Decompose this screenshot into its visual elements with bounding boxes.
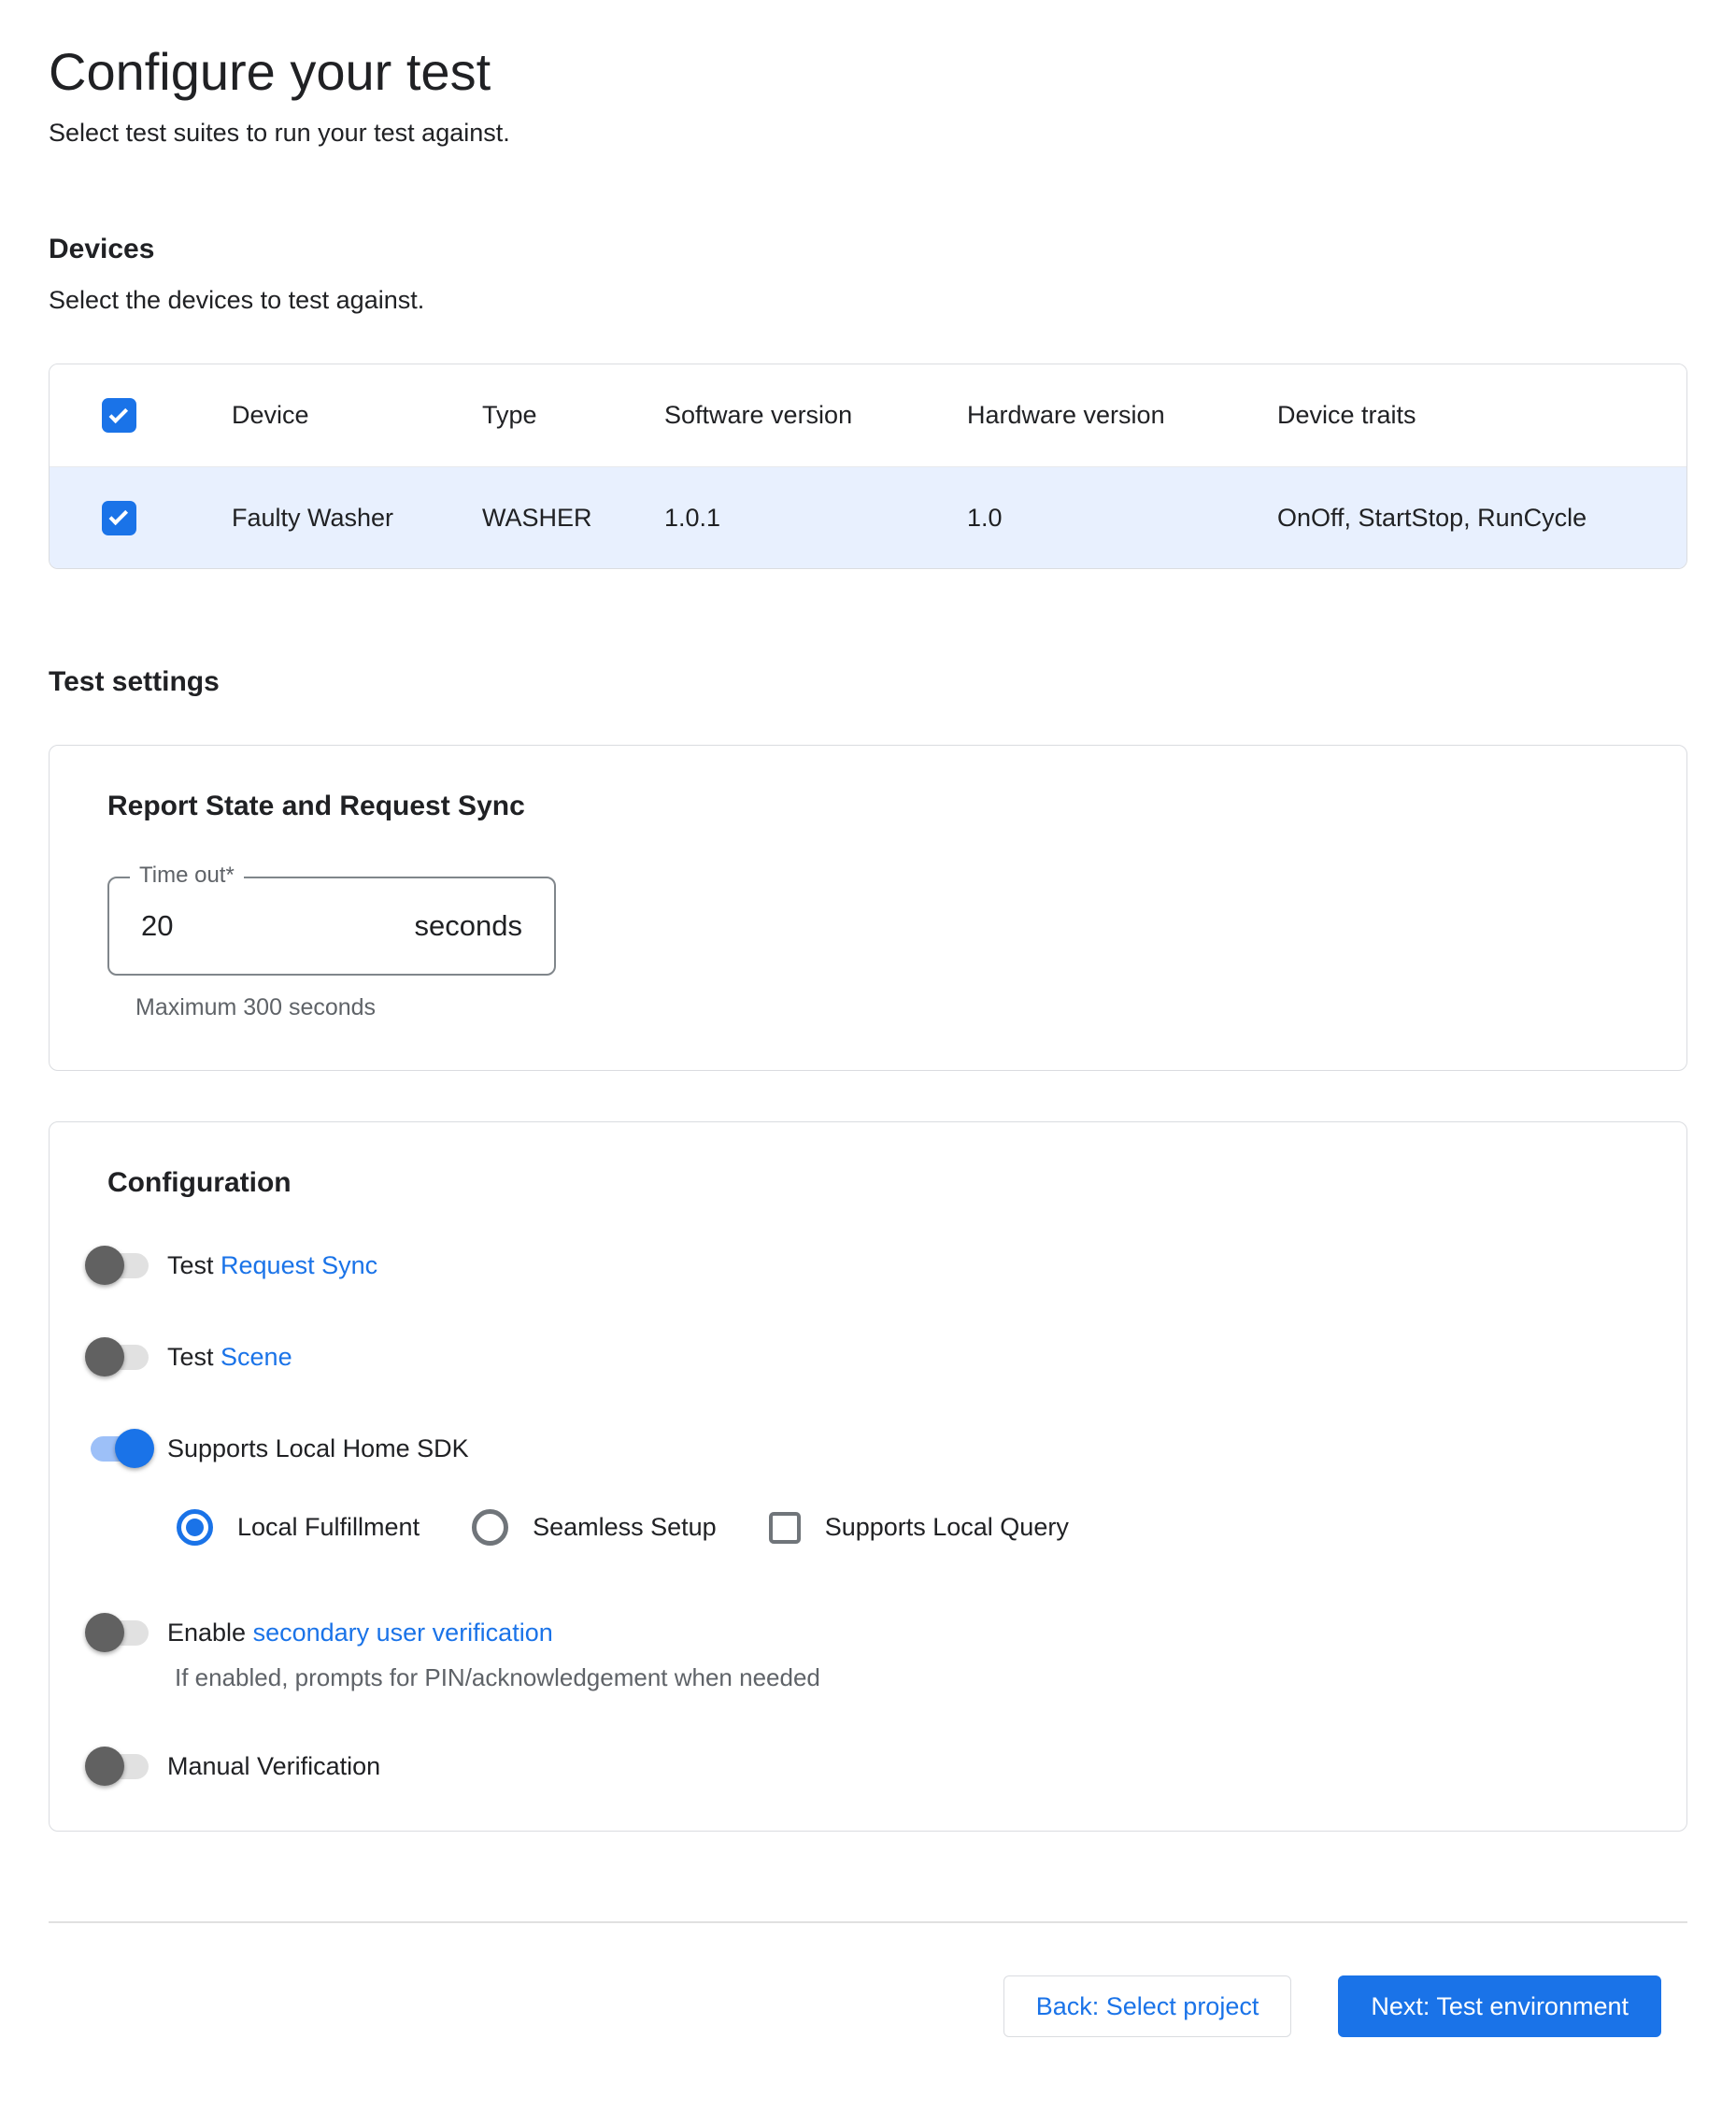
local-fulfillment-option[interactable]: Local Fulfillment [177,1509,420,1546]
seamless-setup-option[interactable]: Seamless Setup [472,1509,717,1546]
column-header-hardware-version: Hardware version [967,401,1277,430]
toggle-thumb [85,1747,124,1786]
manual-verification-label: Manual Verification [167,1752,380,1781]
devices-section-heading: Devices [49,234,1687,265]
seamless-setup-radio[interactable] [472,1509,508,1546]
configure-test-page: Configure your test Select test suites t… [0,0,1736,2037]
report-state-card-heading: Report State and Request Sync [107,791,1629,822]
radio-dot [186,1519,204,1536]
device-type-cell: WASHER [482,504,664,533]
timeout-field-label: Time out* [130,863,244,889]
local-fulfillment-label: Local Fulfillment [237,1513,420,1542]
configuration-card-heading: Configuration [107,1167,1629,1199]
column-header-type: Type [482,401,664,430]
timeout-field-wrap: Time out* seconds Maximum 300 seconds [107,877,556,1021]
local-fulfillment-radio[interactable] [177,1509,213,1546]
label-prefix: Enable [167,1619,253,1647]
local-home-options-row: Local Fulfillment Seamless Setup Support… [177,1509,1629,1546]
toggle-thumb [85,1613,124,1652]
column-header-device: Device [232,401,482,430]
footer-divider [49,1921,1687,1923]
report-state-card: Report State and Request Sync Time out* … [49,745,1687,1071]
timeout-field[interactable]: Time out* seconds [107,877,556,976]
toggle-row-request-sync: Test Request Sync [87,1246,1629,1285]
back-button[interactable]: Back: Select project [1003,1975,1292,2037]
toggle-row-scene: Test Scene [87,1337,1629,1376]
secondary-verification-helper: If enabled, prompts for PIN/acknowledgem… [175,1663,1629,1692]
secondary-verification-toggle[interactable] [87,1613,152,1652]
secondary-verification-label: Enable secondary user verification [167,1619,553,1647]
device-hardware-version-cell: 1.0 [967,504,1277,533]
page-subtitle: Select test suites to run your test agai… [49,119,1687,148]
timeout-input[interactable] [141,909,415,943]
scene-toggle[interactable] [87,1337,152,1376]
device-traits-cell: OnOff, StartStop, RunCycle [1277,504,1686,533]
supports-local-query-option[interactable]: Supports Local Query [769,1512,1069,1544]
toggle-row-local-home-sdk: Supports Local Home SDK [87,1429,1629,1468]
label-prefix: Test [167,1251,221,1279]
configuration-card: Configuration Test Request Sync Test Sce… [49,1121,1687,1832]
manual-verification-toggle[interactable] [87,1747,152,1786]
device-software-version-cell: 1.0.1 [664,504,967,533]
timeout-suffix: seconds [415,909,522,943]
footer-actions: Back: Select project Next: Test environm… [49,1975,1687,2037]
secondary-user-verification-link[interactable]: secondary user verification [253,1619,553,1647]
checkmark-icon [109,506,129,526]
select-all-cell [50,398,232,433]
seamless-setup-label: Seamless Setup [533,1513,717,1542]
request-sync-toggle[interactable] [87,1246,152,1285]
request-sync-label: Test Request Sync [167,1251,377,1280]
column-header-device-traits: Device traits [1277,401,1686,430]
label-prefix: Test [167,1343,221,1371]
toggle-thumb [115,1429,154,1468]
supports-local-query-checkbox[interactable] [769,1512,801,1544]
scene-link[interactable]: Scene [221,1343,292,1371]
column-header-software-version: Software version [664,401,967,430]
timeout-helper-text: Maximum 300 seconds [135,994,556,1021]
device-table-row[interactable]: Faulty Washer WASHER 1.0.1 1.0 OnOff, St… [50,467,1686,568]
devices-table: Device Type Software version Hardware ve… [49,364,1687,569]
toggle-row-manual-verification: Manual Verification [87,1747,1629,1786]
select-all-checkbox[interactable] [102,398,136,433]
local-home-sdk-toggle[interactable] [87,1429,152,1468]
request-sync-link[interactable]: Request Sync [221,1251,377,1279]
device-name-cell: Faulty Washer [232,504,482,533]
device-row-checkbox-cell [50,501,232,535]
devices-table-header-row: Device Type Software version Hardware ve… [50,364,1686,467]
scene-label: Test Scene [167,1343,292,1372]
toggle-thumb [85,1337,124,1376]
page-title: Configure your test [49,41,1687,102]
local-home-sdk-label: Supports Local Home SDK [167,1434,469,1463]
next-button[interactable]: Next: Test environment [1338,1975,1661,2037]
supports-local-query-label: Supports Local Query [825,1513,1069,1542]
toggle-row-secondary-verification: Enable secondary user verification [87,1613,1629,1652]
devices-section-description: Select the devices to test against. [49,286,1687,315]
device-row-checkbox[interactable] [102,501,136,535]
checkmark-icon [109,404,129,423]
test-settings-heading: Test settings [49,666,1687,698]
toggle-thumb [85,1246,124,1285]
